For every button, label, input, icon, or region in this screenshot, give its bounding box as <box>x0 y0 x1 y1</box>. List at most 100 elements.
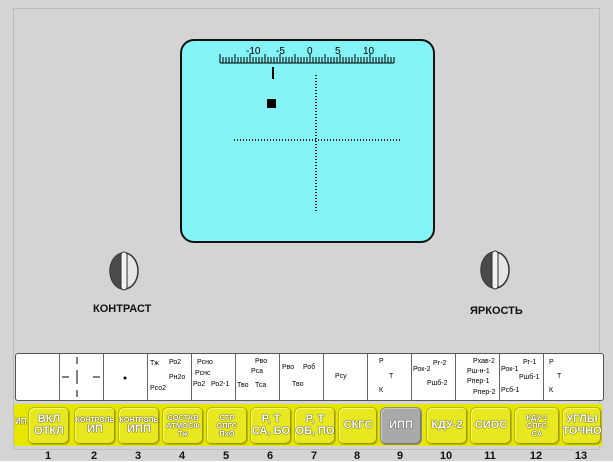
scale-label: -5 <box>276 46 285 57</box>
cell-text: Рса <box>251 368 264 375</box>
cell-text: Рг-2 <box>433 360 447 367</box>
function-button-6[interactable]: Р, Т СА, БО <box>250 407 292 445</box>
function-button-7[interactable]: Р, Т ОБ, ПО <box>294 407 336 445</box>
button-label: ИПП <box>127 422 151 435</box>
indicator-label-strip: Тж Ро2 Рн2о Рсо2 Рсно Рснс Ро2 Ро2-1 Рво… <box>15 353 604 401</box>
grid-marks-icon <box>62 357 100 397</box>
cell-text: Тво <box>237 382 249 389</box>
button-prefix-label: ИП <box>15 417 27 426</box>
cell-text: Тж <box>150 360 159 367</box>
strip-cell-5: Рсно Рснс Ро2 Ро2-1 <box>191 354 236 400</box>
button-number: 13 <box>574 450 588 462</box>
cell-text: Рхав-2 <box>473 358 495 365</box>
button-number: 6 <box>266 450 274 462</box>
cell-text: Ро2 <box>193 381 206 388</box>
function-button-8[interactable]: СКГС <box>338 407 378 445</box>
brightness-label: ЯРКОСТЬ <box>470 305 523 317</box>
cell-text: Рво <box>282 364 295 371</box>
function-button-10[interactable]: КДУ-2 <box>426 407 468 445</box>
button-label: СКГС <box>343 419 373 432</box>
button-label: СА, БО <box>251 425 291 437</box>
function-button-1[interactable]: ВКЛ ОТКЛ <box>28 407 70 445</box>
cell-text: К <box>549 387 554 394</box>
strip-cell-11: Рхав-2 Рш-н-1 Рпер-1 Рпер-2 <box>455 354 500 400</box>
button-number: 10 <box>439 450 453 462</box>
strip-cell-12: Рок-1 Рг-1 Ршб-1 Рсб-1 <box>499 354 544 400</box>
cell-text: Рок-2 <box>413 366 431 373</box>
function-button-13[interactable]: УГЛЫ ТОЧНО <box>562 407 602 445</box>
button-number: 8 <box>353 450 361 462</box>
scale-label: 10 <box>363 46 375 57</box>
control-panel: -10 -5 0 5 10 КОНТРАСТ ЯРКОСТЬ Тж Ро2 Рн… <box>0 0 613 462</box>
button-label: ТОЧНО <box>562 425 602 437</box>
cell-text: Ро2 <box>169 359 182 366</box>
function-button-3[interactable]: КОНТРОЛЬ ИПП <box>118 407 160 445</box>
button-label: СИОС <box>474 419 508 432</box>
cell-text: Рсно <box>197 359 213 366</box>
strip-cell-7: Рво Роб Тво <box>279 354 324 400</box>
cell-text: Рпер-1 <box>467 378 490 385</box>
cell-text: Рснс <box>195 370 211 377</box>
brightness-knob[interactable] <box>478 250 512 290</box>
cell-text: Рсб-1 <box>501 387 520 394</box>
dot-icon <box>123 376 127 380</box>
cell-text: Т <box>389 373 394 380</box>
target-marker <box>267 99 276 108</box>
strip-cell-3 <box>103 354 148 400</box>
function-button-11[interactable]: СИОС <box>470 407 512 445</box>
cell-text: Рсу <box>335 373 347 380</box>
cell-text: Р <box>549 359 554 366</box>
knob-icon <box>480 250 510 290</box>
contrast-knob[interactable] <box>107 251 141 291</box>
strip-cell-13: Р Т К <box>543 354 603 400</box>
button-label: Тж <box>178 428 188 438</box>
cell-text: Рпер-2 <box>473 389 496 396</box>
cell-text: Тса <box>255 382 267 389</box>
button-number: 7 <box>310 450 318 462</box>
display-graphics: -10 -5 0 5 10 <box>219 46 400 213</box>
cell-text: Рво <box>255 358 268 365</box>
function-button-row: ВКЛ ОТКЛ ИП КОНТРОЛЬ ИП КОНТРОЛЬ ИПП СОСТАВ АТМО… <box>14 404 602 446</box>
button-number: 1 <box>44 450 52 462</box>
cell-text: Ро2-1 <box>211 381 230 388</box>
cell-text: Р <box>379 358 384 365</box>
button-number: 11 <box>484 450 496 462</box>
button-number: 12 <box>529 450 543 462</box>
button-label: ОБ, ПО <box>295 425 335 437</box>
function-button-2[interactable]: КОНТРОЛЬ ИП <box>74 407 116 445</box>
cell-text: К <box>379 387 384 394</box>
crt-display: -10 -5 0 5 10 <box>180 39 435 243</box>
knob-icon <box>109 251 139 291</box>
strip-cell-9: Р Т К <box>367 354 412 400</box>
strip-cell-10: Рок-2 Рг-2 Ршб-2 <box>411 354 456 400</box>
button-label: СА <box>531 428 543 438</box>
button-label: ПхО <box>219 428 235 438</box>
strip-cell-2 <box>59 354 104 400</box>
function-button-4[interactable]: СОСТАВ АТМОСФ Тж <box>162 407 204 445</box>
cell-text: Т <box>557 373 562 380</box>
button-label: ИП <box>87 422 103 435</box>
cell-text: Рш-н-1 <box>467 368 490 375</box>
button-number: 5 <box>222 450 230 462</box>
button-number: 4 <box>178 450 186 462</box>
strip-cell-6: Рво Рса Тво Тса <box>235 354 280 400</box>
function-button-5[interactable]: СТР СПГС ПхО <box>206 407 248 445</box>
cell-text: Рг-1 <box>523 359 537 366</box>
button-number: 9 <box>396 450 404 462</box>
scale-label: -10 <box>246 46 261 57</box>
cell-text: Рн2о <box>169 374 186 381</box>
button-label: КДУ-2 <box>431 419 463 432</box>
button-label: ИПП <box>389 419 413 432</box>
strip-cell-1 <box>16 354 60 400</box>
cell-text: Рок-1 <box>501 366 519 373</box>
function-button-9[interactable]: ИПП <box>380 407 422 445</box>
scale-label: 0 <box>307 46 313 57</box>
button-number: 3 <box>134 450 142 462</box>
cell-text: Роб <box>303 364 316 371</box>
strip-cell-8: Рсу <box>323 354 368 400</box>
cell-text: Рсо2 <box>150 385 167 392</box>
strip-cell-4: Тж Ро2 Рн2о Рсо2 <box>147 354 192 400</box>
function-button-12[interactable]: КДУ-1 СПГС СА <box>514 407 560 445</box>
button-label: ОТКЛ <box>34 425 64 437</box>
button-number: 2 <box>90 450 98 462</box>
